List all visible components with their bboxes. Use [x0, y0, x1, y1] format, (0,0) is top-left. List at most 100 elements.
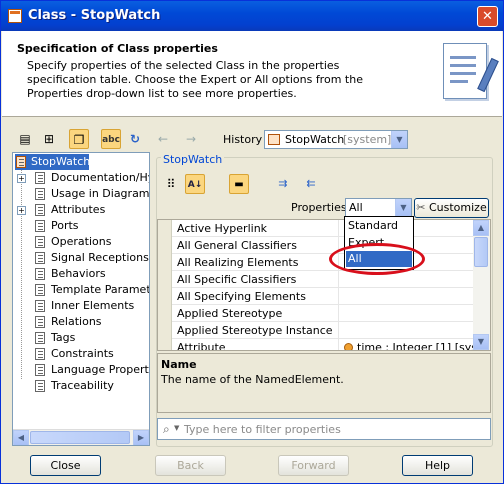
tree-item-traceability[interactable]: Traceability — [13, 378, 149, 394]
tree-item-documentation[interactable]: + Documentation/Hyperlinks — [13, 170, 149, 186]
history-value: StopWatch — [285, 133, 345, 146]
specification-notepad-icon — [443, 43, 499, 99]
tree-item-language-properties[interactable]: Language Properties — [13, 362, 149, 378]
properties-combo[interactable]: All ▼ — [345, 198, 412, 217]
back-button[interactable]: Back — [155, 455, 226, 476]
header-title: Specification of Class properties — [17, 42, 218, 55]
abc-spell-icon[interactable]: abc — [101, 129, 121, 149]
help-button[interactable]: Help — [402, 455, 473, 476]
group-title: StopWatch — [161, 153, 225, 166]
scroll-up-icon[interactable]: ▲ — [473, 220, 489, 236]
document-icon — [35, 348, 45, 360]
tree-item-inner-elements[interactable]: Inner Elements — [13, 298, 149, 314]
tree-item-tags[interactable]: Tags — [13, 330, 149, 346]
close-button[interactable]: Close — [30, 455, 101, 476]
window-title: Class - StopWatch — [28, 8, 161, 23]
expand-icon[interactable]: + — [17, 206, 26, 215]
document-icon — [35, 380, 45, 392]
tree-root-stopwatch[interactable]: StopWatch — [15, 154, 90, 170]
table-row[interactable]: All Realizing Elements — [158, 254, 474, 271]
toolbar: ▤ ⊞ ❐ abc ↻ ← → History : StopWatch [sys… — [15, 129, 495, 153]
tree-item-usage[interactable]: Usage in Diagrams — [13, 186, 149, 202]
table-row[interactable]: All Specifying Elements — [158, 288, 474, 305]
tree-item-operations[interactable]: Operations — [13, 234, 149, 250]
tree-item-behaviors[interactable]: Behaviors — [13, 266, 149, 282]
close-window-button[interactable]: ✕ — [477, 6, 498, 27]
description-text: The name of the NamedElement. — [161, 373, 344, 386]
header-panel: Specification of Class properties Specif… — [2, 31, 502, 117]
forward-arrow-icon[interactable]: → — [181, 129, 201, 149]
table-row[interactable]: Applied Stereotype — [158, 305, 474, 322]
table-row[interactable]: Applied Stereotype Instance — [158, 322, 474, 339]
document-icon — [35, 332, 45, 344]
document-icon — [35, 204, 45, 216]
dialog-window: Class - StopWatch ✕ Specification of Cla… — [0, 0, 504, 484]
customize-button[interactable]: ✂ Customize — [414, 198, 489, 218]
filter-placeholder: Type here to filter properties — [184, 423, 341, 436]
header-description: Specify properties of the selected Class… — [27, 59, 363, 100]
document-icon — [35, 284, 45, 296]
table-row[interactable]: All General Classifiers — [158, 237, 474, 254]
description-toggle-icon[interactable]: ▬ — [229, 174, 249, 194]
tree-item-constraints[interactable]: Constraints — [13, 346, 149, 362]
scroll-thumb[interactable] — [30, 431, 130, 444]
refresh-icon[interactable]: ↻ — [125, 129, 145, 149]
sort-alphabetically-icon[interactable]: A↓ — [185, 174, 205, 194]
scroll-left-icon[interactable]: ◀ — [13, 430, 29, 445]
categorized-view-icon[interactable]: ⠿ — [161, 174, 181, 194]
table-row[interactable]: Attribute time : Integer [1] [syst — [158, 339, 474, 350]
document-icon — [35, 268, 45, 280]
collapse-all-icon[interactable]: ⇇ — [301, 174, 321, 194]
copy-icon[interactable]: ❐ — [69, 129, 89, 149]
attribute-icon — [344, 343, 353, 350]
document-icon — [35, 364, 45, 376]
title-bar[interactable]: Class - StopWatch ✕ — [1, 1, 503, 31]
document-icon — [35, 188, 45, 200]
class-icon — [8, 9, 22, 23]
chevron-down-icon[interactable]: ▼ — [174, 424, 179, 432]
back-arrow-icon[interactable]: ← — [153, 129, 173, 149]
tree-view-icon[interactable]: ▤ — [15, 129, 35, 149]
history-label: History : — [223, 133, 270, 146]
tree-item-relations[interactable]: Relations — [13, 314, 149, 330]
chevron-down-icon[interactable]: ▼ — [395, 199, 411, 216]
scroll-right-icon[interactable]: ▶ — [133, 430, 149, 445]
properties-value: All — [349, 201, 363, 214]
hierarchy-icon[interactable]: ⊞ — [39, 129, 59, 149]
class-icon — [16, 156, 26, 168]
table-row[interactable]: Active Hyperlink — [158, 220, 474, 237]
button-bar: Close Back Forward Help — [1, 449, 503, 483]
scroll-down-icon[interactable]: ▼ — [473, 334, 489, 350]
document-icon — [35, 316, 45, 328]
search-icon[interactable]: ⌕ — [163, 422, 170, 437]
history-combo[interactable]: StopWatch [system] ▼ — [264, 130, 408, 149]
tree-item-template-parameters[interactable]: Template Parameters — [13, 282, 149, 298]
forward-button[interactable]: Forward — [278, 455, 349, 476]
history-suffix: [system] — [343, 133, 392, 146]
tree-item-ports[interactable]: Ports — [13, 218, 149, 234]
tree-horizontal-scrollbar[interactable]: ◀ ▶ — [13, 429, 149, 445]
tree-item-signal-receptions[interactable]: Signal Receptions — [13, 250, 149, 266]
expand-all-icon[interactable]: ⇉ — [273, 174, 293, 194]
document-icon — [35, 252, 45, 264]
table-row[interactable]: All Specific Classifiers — [158, 271, 474, 288]
description-panel: Name The name of the NamedElement. — [157, 353, 491, 413]
chevron-down-icon[interactable]: ▼ — [391, 131, 407, 148]
expand-icon[interactable]: + — [17, 174, 26, 183]
highlight-ellipse — [329, 243, 425, 275]
properties-table: Active Hyperlink All General Classifiers… — [157, 219, 491, 351]
document-icon — [35, 220, 45, 232]
class-icon — [268, 134, 280, 145]
tree-panel: StopWatch + Documentation/Hyperlinks Usa… — [12, 152, 150, 446]
document-icon — [35, 172, 45, 184]
properties-label: Properties: — [291, 201, 351, 214]
table-vertical-scrollbar[interactable]: ▲ ▼ — [473, 220, 490, 350]
option-standard[interactable]: Standard — [346, 218, 412, 234]
description-title: Name — [161, 358, 197, 371]
tree-item-attributes[interactable]: + Attributes — [13, 202, 149, 218]
document-icon — [35, 236, 45, 248]
document-icon — [35, 300, 45, 312]
filter-input[interactable]: ⌕ ▼ Type here to filter properties — [157, 418, 491, 440]
wrench-icon: ✂ — [416, 201, 426, 214]
scroll-thumb[interactable] — [474, 237, 488, 267]
